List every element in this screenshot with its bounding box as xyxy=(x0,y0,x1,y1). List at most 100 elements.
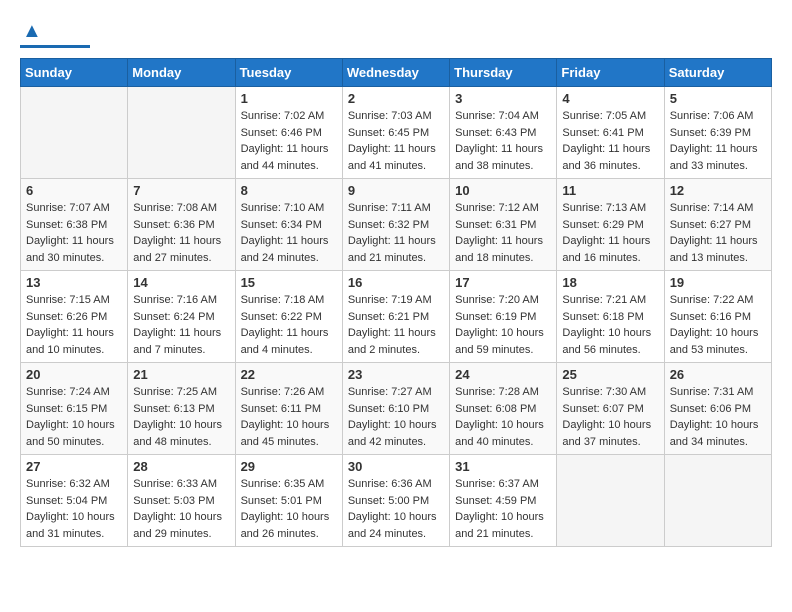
calendar-cell: 26 Sunrise: 7:31 AMSunset: 6:06 PMDayligh… xyxy=(664,363,771,455)
logo-bird-icon: ▲ xyxy=(22,20,42,43)
calendar-cell: 11 Sunrise: 7:13 AMSunset: 6:29 PMDayligh… xyxy=(557,179,664,271)
calendar-week-5: 27Sunrise: 6:32 AMSunset: 5:04 PMDayligh… xyxy=(21,455,772,547)
calendar-cell: 31 Sunrise: 6:37 AMSunset: 4:59 PMDayligh… xyxy=(450,455,557,547)
calendar-cell: 22 Sunrise: 7:26 AMSunset: 6:11 PMDayligh… xyxy=(235,363,342,455)
calendar-week-3: 13 Sunrise: 7:15 AMSunset: 6:26 PMDayligh… xyxy=(21,271,772,363)
day-info: Sunrise: 7:25 AMSunset: 6:13 PMDaylight:… xyxy=(133,384,229,450)
day-info: Sunrise: 7:26 AMSunset: 6:11 PMDaylight:… xyxy=(241,384,337,450)
day-number: 29 xyxy=(241,459,337,474)
day-number: 8 xyxy=(241,183,337,198)
day-info: Sunrise: 7:31 AMSunset: 6:06 PMDaylight:… xyxy=(670,384,766,450)
day-number: 26 xyxy=(670,367,766,382)
calendar-week-2: 6 Sunrise: 7:07 AMSunset: 6:38 PMDaylight… xyxy=(21,179,772,271)
calendar-cell: 4 Sunrise: 7:05 AMSunset: 6:41 PMDaylight… xyxy=(557,87,664,179)
day-info: Sunrise: 7:07 AMSunset: 6:38 PMDaylight:… xyxy=(26,200,122,266)
day-info: Sunrise: 7:21 AMSunset: 6:18 PMDaylight:… xyxy=(562,292,658,358)
day-number: 13 xyxy=(26,275,122,290)
calendar-cell xyxy=(21,87,128,179)
calendar-cell: 3Sunrise: 7:04 AMSunset: 6:43 PMDaylight… xyxy=(450,87,557,179)
calendar-cell: 16 Sunrise: 7:19 AMSunset: 6:21 PMDayligh… xyxy=(342,271,449,363)
day-number: 14 xyxy=(133,275,229,290)
calendar-week-1: 1 Sunrise: 7:02 AMSunset: 6:46 PMDaylight… xyxy=(21,87,772,179)
calendar-cell: 27Sunrise: 6:32 AMSunset: 5:04 PMDayligh… xyxy=(21,455,128,547)
calendar-cell: 13 Sunrise: 7:15 AMSunset: 6:26 PMDayligh… xyxy=(21,271,128,363)
calendar-cell: 23 Sunrise: 7:27 AMSunset: 6:10 PMDayligh… xyxy=(342,363,449,455)
header-wednesday: Wednesday xyxy=(342,59,449,87)
day-number: 31 xyxy=(455,459,551,474)
day-info: Sunrise: 7:05 AMSunset: 6:41 PMDaylight:… xyxy=(562,108,658,174)
day-info: Sunrise: 6:37 AMSunset: 4:59 PMDaylight:… xyxy=(455,476,551,542)
day-info: Sunrise: 7:14 AMSunset: 6:27 PMDaylight:… xyxy=(670,200,766,266)
day-number: 7 xyxy=(133,183,229,198)
day-number: 25 xyxy=(562,367,658,382)
calendar-cell: 18 Sunrise: 7:21 AMSunset: 6:18 PMDayligh… xyxy=(557,271,664,363)
calendar-week-4: 20 Sunrise: 7:24 AMSunset: 6:15 PMDayligh… xyxy=(21,363,772,455)
day-info: Sunrise: 7:24 AMSunset: 6:15 PMDaylight:… xyxy=(26,384,122,450)
calendar-cell: 25 Sunrise: 7:30 AMSunset: 6:07 PMDayligh… xyxy=(557,363,664,455)
header-saturday: Saturday xyxy=(664,59,771,87)
day-info: Sunrise: 7:04 AMSunset: 6:43 PMDaylight:… xyxy=(455,108,551,174)
day-number: 20 xyxy=(26,367,122,382)
day-info: Sunrise: 7:15 AMSunset: 6:26 PMDaylight:… xyxy=(26,292,122,358)
day-number: 1 xyxy=(241,91,337,106)
header-friday: Friday xyxy=(557,59,664,87)
day-info: Sunrise: 7:02 AMSunset: 6:46 PMDaylight:… xyxy=(241,108,337,174)
calendar-cell: 29 Sunrise: 6:35 AMSunset: 5:01 PMDayligh… xyxy=(235,455,342,547)
day-number: 10 xyxy=(455,183,551,198)
day-number: 2 xyxy=(348,91,444,106)
calendar-cell: 10 Sunrise: 7:12 AMSunset: 6:31 PMDayligh… xyxy=(450,179,557,271)
day-number: 5 xyxy=(670,91,766,106)
calendar-cell: 5 Sunrise: 7:06 AMSunset: 6:39 PMDaylight… xyxy=(664,87,771,179)
day-info: Sunrise: 7:18 AMSunset: 6:22 PMDaylight:… xyxy=(241,292,337,358)
day-info: Sunrise: 6:32 AMSunset: 5:04 PMDaylight:… xyxy=(26,476,122,542)
day-number: 18 xyxy=(562,275,658,290)
calendar-cell: 6 Sunrise: 7:07 AMSunset: 6:38 PMDaylight… xyxy=(21,179,128,271)
calendar-cell: 12 Sunrise: 7:14 AMSunset: 6:27 PMDayligh… xyxy=(664,179,771,271)
calendar-cell xyxy=(664,455,771,547)
day-number: 30 xyxy=(348,459,444,474)
calendar-cell: 9Sunrise: 7:11 AMSunset: 6:32 PMDaylight… xyxy=(342,179,449,271)
page-header: ▲ xyxy=(20,20,772,48)
day-info: Sunrise: 7:10 AMSunset: 6:34 PMDaylight:… xyxy=(241,200,337,266)
calendar-cell xyxy=(557,455,664,547)
day-number: 11 xyxy=(562,183,658,198)
day-info: Sunrise: 7:16 AMSunset: 6:24 PMDaylight:… xyxy=(133,292,229,358)
day-number: 9 xyxy=(348,183,444,198)
calendar-cell: 20 Sunrise: 7:24 AMSunset: 6:15 PMDayligh… xyxy=(21,363,128,455)
day-number: 22 xyxy=(241,367,337,382)
day-number: 19 xyxy=(670,275,766,290)
calendar-cell: 30Sunrise: 6:36 AMSunset: 5:00 PMDayligh… xyxy=(342,455,449,547)
calendar-cell: 28Sunrise: 6:33 AMSunset: 5:03 PMDayligh… xyxy=(128,455,235,547)
calendar-cell: 1 Sunrise: 7:02 AMSunset: 6:46 PMDaylight… xyxy=(235,87,342,179)
calendar-cell: 24Sunrise: 7:28 AMSunset: 6:08 PMDayligh… xyxy=(450,363,557,455)
day-info: Sunrise: 7:08 AMSunset: 6:36 PMDaylight:… xyxy=(133,200,229,266)
day-number: 4 xyxy=(562,91,658,106)
day-number: 12 xyxy=(670,183,766,198)
day-number: 17 xyxy=(455,275,551,290)
day-info: Sunrise: 7:13 AMSunset: 6:29 PMDaylight:… xyxy=(562,200,658,266)
day-info: Sunrise: 7:03 AMSunset: 6:45 PMDaylight:… xyxy=(348,108,444,174)
day-info: Sunrise: 7:22 AMSunset: 6:16 PMDaylight:… xyxy=(670,292,766,358)
day-number: 6 xyxy=(26,183,122,198)
day-info: Sunrise: 7:06 AMSunset: 6:39 PMDaylight:… xyxy=(670,108,766,174)
day-info: Sunrise: 7:12 AMSunset: 6:31 PMDaylight:… xyxy=(455,200,551,266)
header-monday: Monday xyxy=(128,59,235,87)
header-thursday: Thursday xyxy=(450,59,557,87)
logo: ▲ xyxy=(20,20,90,48)
header-tuesday: Tuesday xyxy=(235,59,342,87)
day-info: Sunrise: 7:27 AMSunset: 6:10 PMDaylight:… xyxy=(348,384,444,450)
calendar-cell: 8 Sunrise: 7:10 AMSunset: 6:34 PMDaylight… xyxy=(235,179,342,271)
calendar-cell: 14 Sunrise: 7:16 AMSunset: 6:24 PMDayligh… xyxy=(128,271,235,363)
day-info: Sunrise: 7:19 AMSunset: 6:21 PMDaylight:… xyxy=(348,292,444,358)
day-number: 16 xyxy=(348,275,444,290)
day-info: Sunrise: 7:30 AMSunset: 6:07 PMDaylight:… xyxy=(562,384,658,450)
calendar-header-row: SundayMondayTuesdayWednesdayThursdayFrid… xyxy=(21,59,772,87)
calendar-cell xyxy=(128,87,235,179)
day-info: Sunrise: 7:20 AMSunset: 6:19 PMDaylight:… xyxy=(455,292,551,358)
calendar-cell: 17 Sunrise: 7:20 AMSunset: 6:19 PMDayligh… xyxy=(450,271,557,363)
day-info: Sunrise: 6:35 AMSunset: 5:01 PMDaylight:… xyxy=(241,476,337,542)
calendar-cell: 19 Sunrise: 7:22 AMSunset: 6:16 PMDayligh… xyxy=(664,271,771,363)
day-number: 23 xyxy=(348,367,444,382)
calendar-cell: 21Sunrise: 7:25 AMSunset: 6:13 PMDayligh… xyxy=(128,363,235,455)
header-sunday: Sunday xyxy=(21,59,128,87)
